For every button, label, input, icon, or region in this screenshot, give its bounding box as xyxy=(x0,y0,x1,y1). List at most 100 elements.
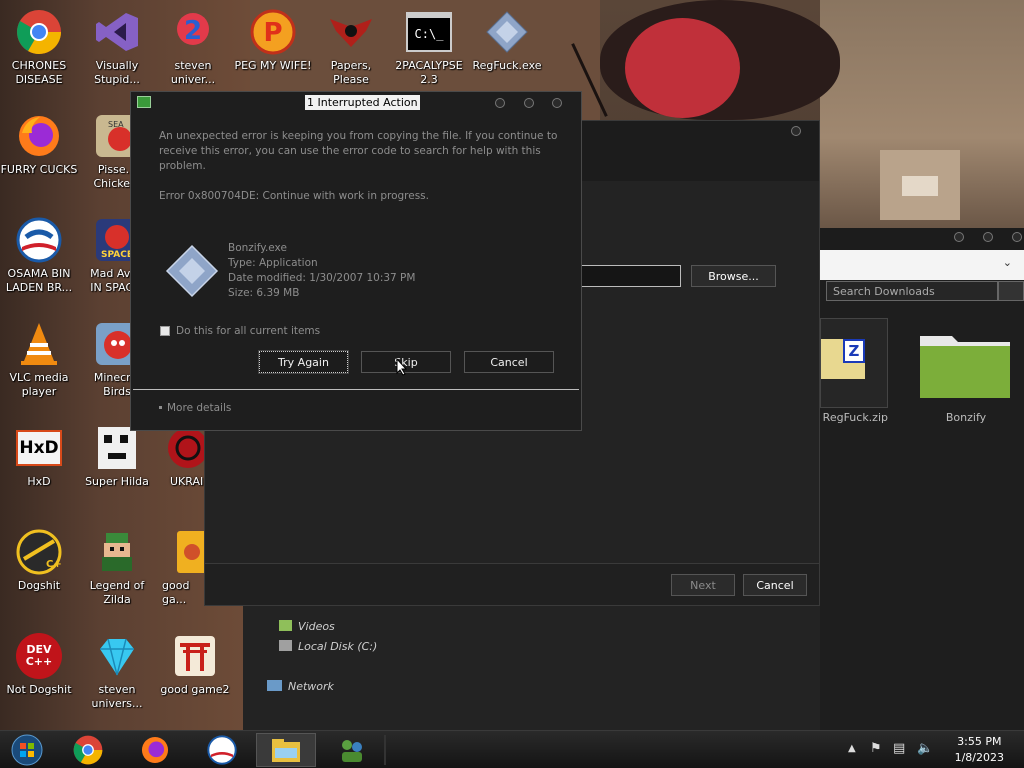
volume-icon[interactable]: 🔈 xyxy=(917,741,933,756)
desktop-icon-papers-please[interactable]: Papers, Please xyxy=(312,8,390,87)
zip-badge: Z xyxy=(843,339,865,363)
ukraine-icon xyxy=(164,424,204,472)
desktop-icon-label: Papers, Please xyxy=(330,59,372,86)
chevron-down-icon[interactable]: ⌄ xyxy=(1003,256,1012,269)
wallpaper-creature-eye xyxy=(625,18,740,118)
apply-to-all-label[interactable]: Do this for all current items xyxy=(176,324,320,339)
error-code: Error 0x800704DE: Continue with work in … xyxy=(159,190,429,202)
try-again-button[interactable]: Try Again xyxy=(258,350,349,374)
peggle-icon: P xyxy=(249,8,297,56)
explorer-address-bar[interactable]: ⌄ xyxy=(820,250,1024,280)
desktop-icon-2pacalypse[interactable]: C:\_ 2PACALYPSE 2.3 xyxy=(390,8,468,87)
destination-path-input[interactable] xyxy=(580,265,681,287)
desktop-icon-label: good game2 xyxy=(160,683,230,696)
steven-universe-icon: 2 xyxy=(169,8,217,56)
more-details-toggle[interactable]: More details xyxy=(159,402,231,414)
taskbar-obama[interactable] xyxy=(192,733,252,767)
desktop-icon-peg-my-wife[interactable]: P PEG MY WIFE! xyxy=(234,8,312,73)
dialog-close-button[interactable] xyxy=(552,98,562,108)
visual-studio-icon xyxy=(93,8,141,56)
dialog-minimize-button[interactable] xyxy=(495,98,505,108)
file-type: Type: Application xyxy=(228,257,318,269)
wizard-cancel-button[interactable]: Cancel xyxy=(743,574,807,596)
start-button[interactable] xyxy=(0,733,54,767)
regedit-icon xyxy=(483,8,531,56)
desktop-icon-not-dogshit[interactable]: DEV C++ Not Dogshit xyxy=(0,632,78,697)
nav-item-network[interactable]: Network xyxy=(267,680,334,693)
desktop-icon-super-hilda[interactable]: Super Hilda xyxy=(78,424,156,489)
desktop-icon-visually-stupid[interactable]: Visually Stupid... xyxy=(78,8,156,87)
browse-button[interactable]: Browse... xyxy=(691,265,776,287)
chevron-down-icon xyxy=(159,406,162,409)
desktop-icon-vlc[interactable]: VLC media player xyxy=(0,320,78,399)
action-center-flag-icon[interactable]: ⚑ xyxy=(870,741,882,756)
taskbar-chrome[interactable] xyxy=(58,733,118,767)
desktop-icon-regfuck[interactable]: RegFuck.exe xyxy=(468,8,546,73)
network-status-icon[interactable]: ▤ xyxy=(893,741,905,756)
desktop-icon-label: FURRY CUCKS xyxy=(0,163,78,176)
clock-date: 1/8/2023 xyxy=(954,751,1004,764)
desktop-icon-chrones-disease[interactable]: CHRONES DISEASE xyxy=(0,8,78,87)
nav-item-videos[interactable]: Videos xyxy=(279,620,335,633)
torii-icon xyxy=(171,632,219,680)
file-explorer-icon xyxy=(272,739,300,762)
taskbar: ▲ ⚑ ▤ 🔈 3:55 PM 1/8/2023 xyxy=(0,730,1024,768)
dev-cpp-icon: DEV C++ xyxy=(15,632,63,680)
cancel-button[interactable]: Cancel xyxy=(464,351,554,373)
vlc-icon xyxy=(15,320,63,368)
dialog-maximize-button[interactable] xyxy=(524,98,534,108)
apply-to-all-checkbox[interactable] xyxy=(160,326,170,336)
file-name: Bonzify xyxy=(945,411,987,424)
explorer-search-input[interactable]: Search Downloads xyxy=(826,281,998,301)
folder-icon xyxy=(918,330,1012,403)
taskbar-file-explorer[interactable] xyxy=(256,733,316,767)
dialog-title: 1 Interrupted Action xyxy=(305,95,420,110)
desktop-icon-steven-universe-2[interactable]: steven univers... xyxy=(78,632,156,711)
file-size: Size: 6.39 MB xyxy=(228,287,300,299)
file-date-modified: Date modified: 1/30/2007 10:37 PM xyxy=(228,272,416,284)
desktop-icon-label: VLC media player xyxy=(9,371,69,398)
file-tile-regfuck-zip[interactable]: Z xyxy=(820,318,888,408)
videos-folder-icon xyxy=(279,620,292,631)
desktop-icon-label: HxD xyxy=(27,475,51,488)
explorer-minimize-button[interactable] xyxy=(954,232,964,242)
desktop-icon-ukraine[interactable]: UKRAI... xyxy=(154,424,204,489)
regedit-icon xyxy=(165,244,219,301)
desktop-icon-furry-cucks[interactable]: FURRY CUCKS xyxy=(0,112,78,177)
chrome-icon xyxy=(15,8,63,56)
desktop-icon-label: PEG MY WIFE! xyxy=(234,59,312,72)
desktop-icon-label: 2PACALYPSE 2.3 xyxy=(395,59,463,86)
taskbar-network-app[interactable] xyxy=(322,733,382,767)
system-clock[interactable]: 3:55 PM 1/8/2023 xyxy=(955,734,1004,766)
svg-text:SEA: SEA xyxy=(108,120,124,129)
explorer-close-button[interactable] xyxy=(1012,232,1022,242)
obama-logo-icon xyxy=(15,216,63,264)
mouse-cursor-icon xyxy=(396,357,408,379)
wizard-close-button[interactable] xyxy=(791,126,801,136)
explorer-maximize-button[interactable] xyxy=(983,232,993,242)
show-hidden-icons-button[interactable]: ▲ xyxy=(848,743,856,754)
next-button[interactable]: Next xyxy=(671,574,735,596)
desktop-icon-legend-of-zilda[interactable]: Legend of Zilda xyxy=(78,528,156,607)
desktop-icon-label: steven univers... xyxy=(91,683,143,710)
desktop-icon-osama[interactable]: OSAMA BIN LADEN BR... xyxy=(0,216,78,295)
desktop-icon-label: OSAMA BIN LADEN BR... xyxy=(5,267,73,294)
desktop-icon-steven-universe[interactable]: 2 steven univer... xyxy=(154,8,232,87)
papers-please-icon xyxy=(327,8,375,56)
nav-item-local-disk[interactable]: Local Disk (C:) xyxy=(279,640,377,653)
svg-text:2: 2 xyxy=(184,16,202,46)
taskbar-firefox[interactable] xyxy=(125,733,185,767)
desktop-icon-hxd[interactable]: HxD HxD xyxy=(0,424,78,489)
desktop-icon-good-game2[interactable]: good game2 xyxy=(156,632,234,697)
chrome-icon xyxy=(73,735,103,765)
network-people-icon xyxy=(342,740,362,762)
diamond-icon xyxy=(93,632,141,680)
desktop-icon-dogshit[interactable]: C++ Dogshit xyxy=(0,528,78,593)
firefox-icon xyxy=(15,112,63,160)
hxd-icon: HxD xyxy=(15,424,63,472)
cpp-icon: C++ xyxy=(15,528,63,576)
search-icon[interactable] xyxy=(998,281,1024,301)
network-icon xyxy=(267,680,282,691)
super-hilda-icon xyxy=(93,424,141,472)
zelda-icon xyxy=(93,528,141,576)
